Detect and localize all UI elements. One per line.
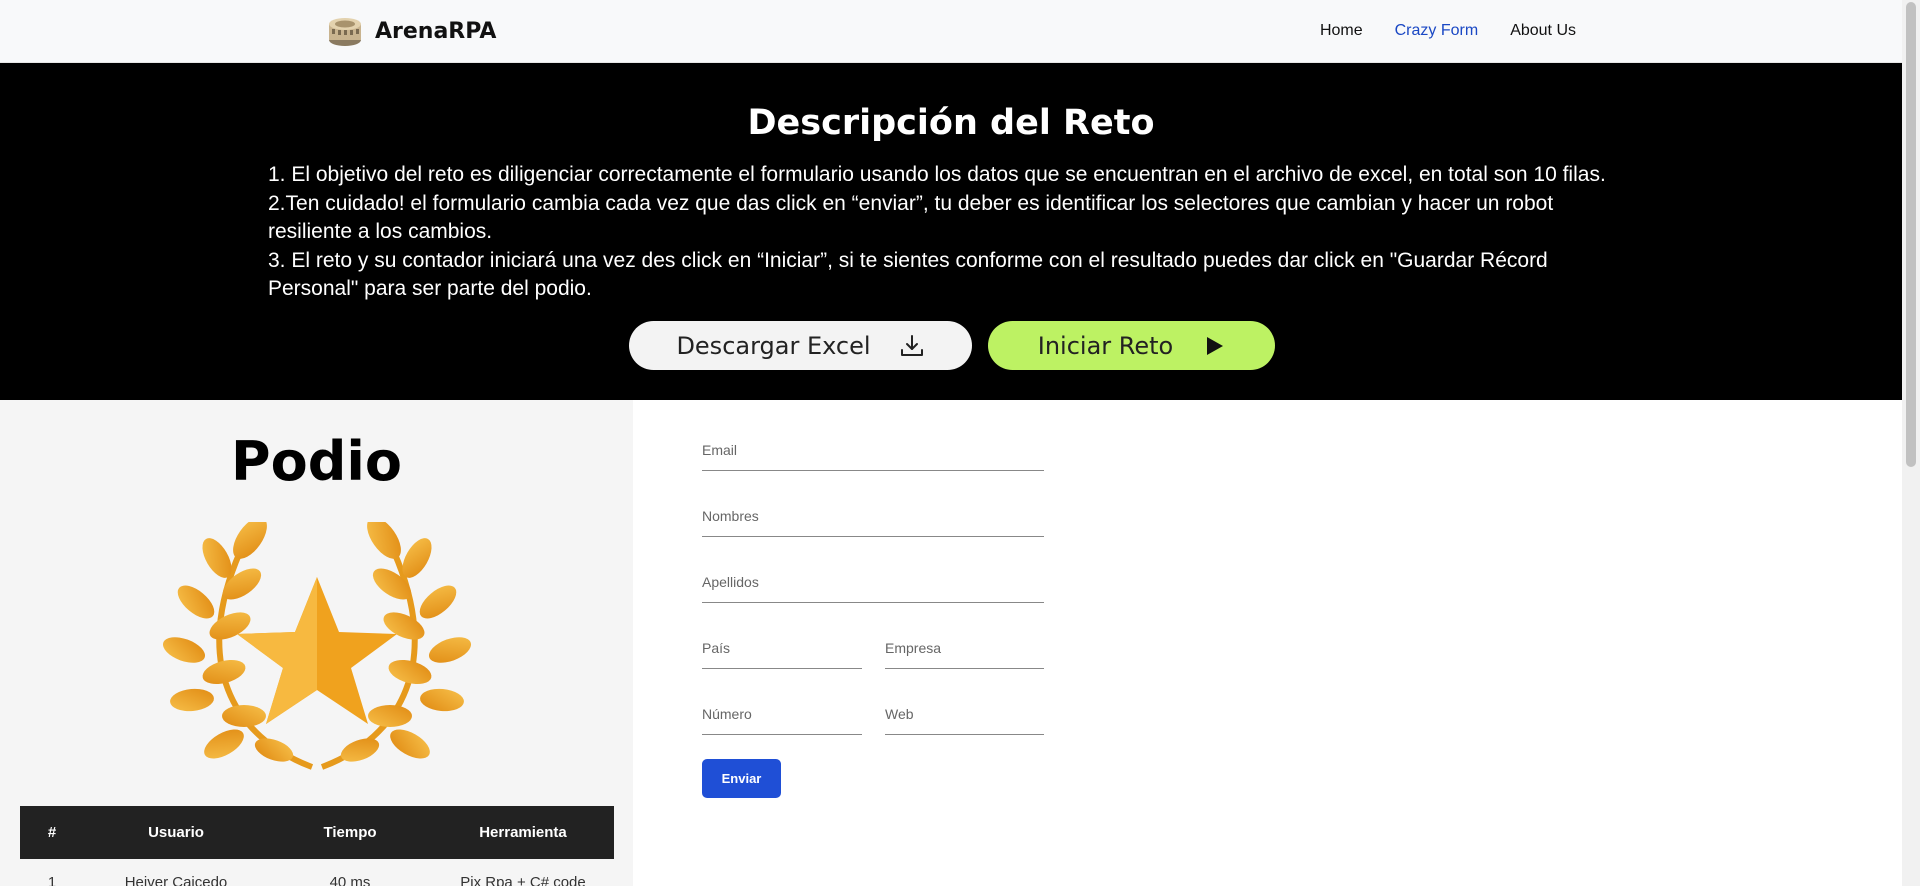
- brand-name: ArenaRPA: [375, 18, 497, 44]
- challenge-title: Descripción del Reto: [747, 103, 1155, 143]
- scrollbar-thumb[interactable]: [1906, 2, 1916, 467]
- colosseum-logo-icon: [329, 18, 361, 46]
- start-challenge-button[interactable]: Iniciar Reto: [988, 321, 1275, 370]
- nav-crazy-form-link[interactable]: Crazy Form: [1395, 22, 1479, 40]
- web-field[interactable]: [885, 706, 1044, 735]
- challenge-description: 1. El objetivo del reto es diligenciar c…: [268, 161, 1638, 304]
- download-icon: [900, 334, 923, 356]
- apellidos-field[interactable]: [702, 574, 1044, 603]
- page-scrollbar[interactable]: [1902, 0, 1920, 886]
- download-excel-button[interactable]: Descargar Excel: [629, 321, 972, 370]
- nombres-field[interactable]: [702, 508, 1044, 537]
- brand[interactable]: ArenaRPA: [327, 14, 496, 48]
- email-field[interactable]: [702, 442, 1044, 471]
- numero-field-wrapper: [702, 706, 862, 735]
- nav-links: Home Crazy Form About Us: [1320, 22, 1576, 40]
- podium-title: Podio: [231, 430, 402, 493]
- empresa-field-wrapper: [885, 640, 1044, 669]
- podium-section: Podio # Usuario Tiempo Herramienta 1 Hei…: [0, 400, 633, 886]
- play-icon: [1207, 336, 1224, 355]
- tool-cell: Pix Rpa + C# code: [460, 873, 586, 886]
- time-cell: 40 ms: [329, 873, 371, 886]
- email-field-wrapper: [702, 442, 1044, 471]
- navbar: ArenaRPA Home Crazy Form About Us: [0, 0, 1902, 63]
- challenge-line-1: 1. El objetivo del reto es diligenciar c…: [268, 163, 1606, 186]
- column-header-rank: #: [47, 824, 57, 841]
- column-header-time: Tiempo: [323, 824, 377, 841]
- nav-home-link[interactable]: Home: [1320, 22, 1363, 40]
- pais-field-wrapper: [702, 640, 862, 669]
- pais-field[interactable]: [702, 640, 862, 669]
- nombres-field-wrapper: [702, 508, 1044, 537]
- challenge-line-2: 2.Ten cuidado! el formulario cambia cada…: [268, 191, 1554, 244]
- download-excel-label: Descargar Excel: [676, 331, 871, 360]
- podium-table: # Usuario Tiempo Herramienta 1 Heiver Ca…: [20, 806, 614, 886]
- crazy-form: Enviar: [633, 400, 1902, 886]
- numero-field[interactable]: [702, 706, 862, 735]
- challenge-description-section: Descripción del Reto 1. El objetivo del …: [0, 63, 1902, 400]
- submit-button[interactable]: Enviar: [702, 759, 781, 798]
- challenge-line-3: 3. El reto y su contador iniciará una ve…: [268, 248, 1548, 301]
- user-cell: Heiver Caicedo: [124, 873, 228, 886]
- rank-cell: 1: [47, 873, 57, 886]
- start-challenge-label: Iniciar Reto: [1037, 331, 1174, 360]
- apellidos-field-wrapper: [702, 574, 1044, 603]
- web-field-wrapper: [885, 706, 1044, 735]
- empresa-field[interactable]: [885, 640, 1044, 669]
- podium-table-header: # Usuario Tiempo Herramienta: [20, 806, 614, 859]
- table-row: 1 Heiver Caicedo 40 ms Pix Rpa + C# code: [20, 859, 614, 886]
- column-header-user: Usuario: [148, 824, 204, 841]
- nav-about-us-link[interactable]: About Us: [1510, 22, 1576, 40]
- column-header-tool: Herramienta: [479, 824, 567, 841]
- laurel-star-icon: [162, 522, 472, 770]
